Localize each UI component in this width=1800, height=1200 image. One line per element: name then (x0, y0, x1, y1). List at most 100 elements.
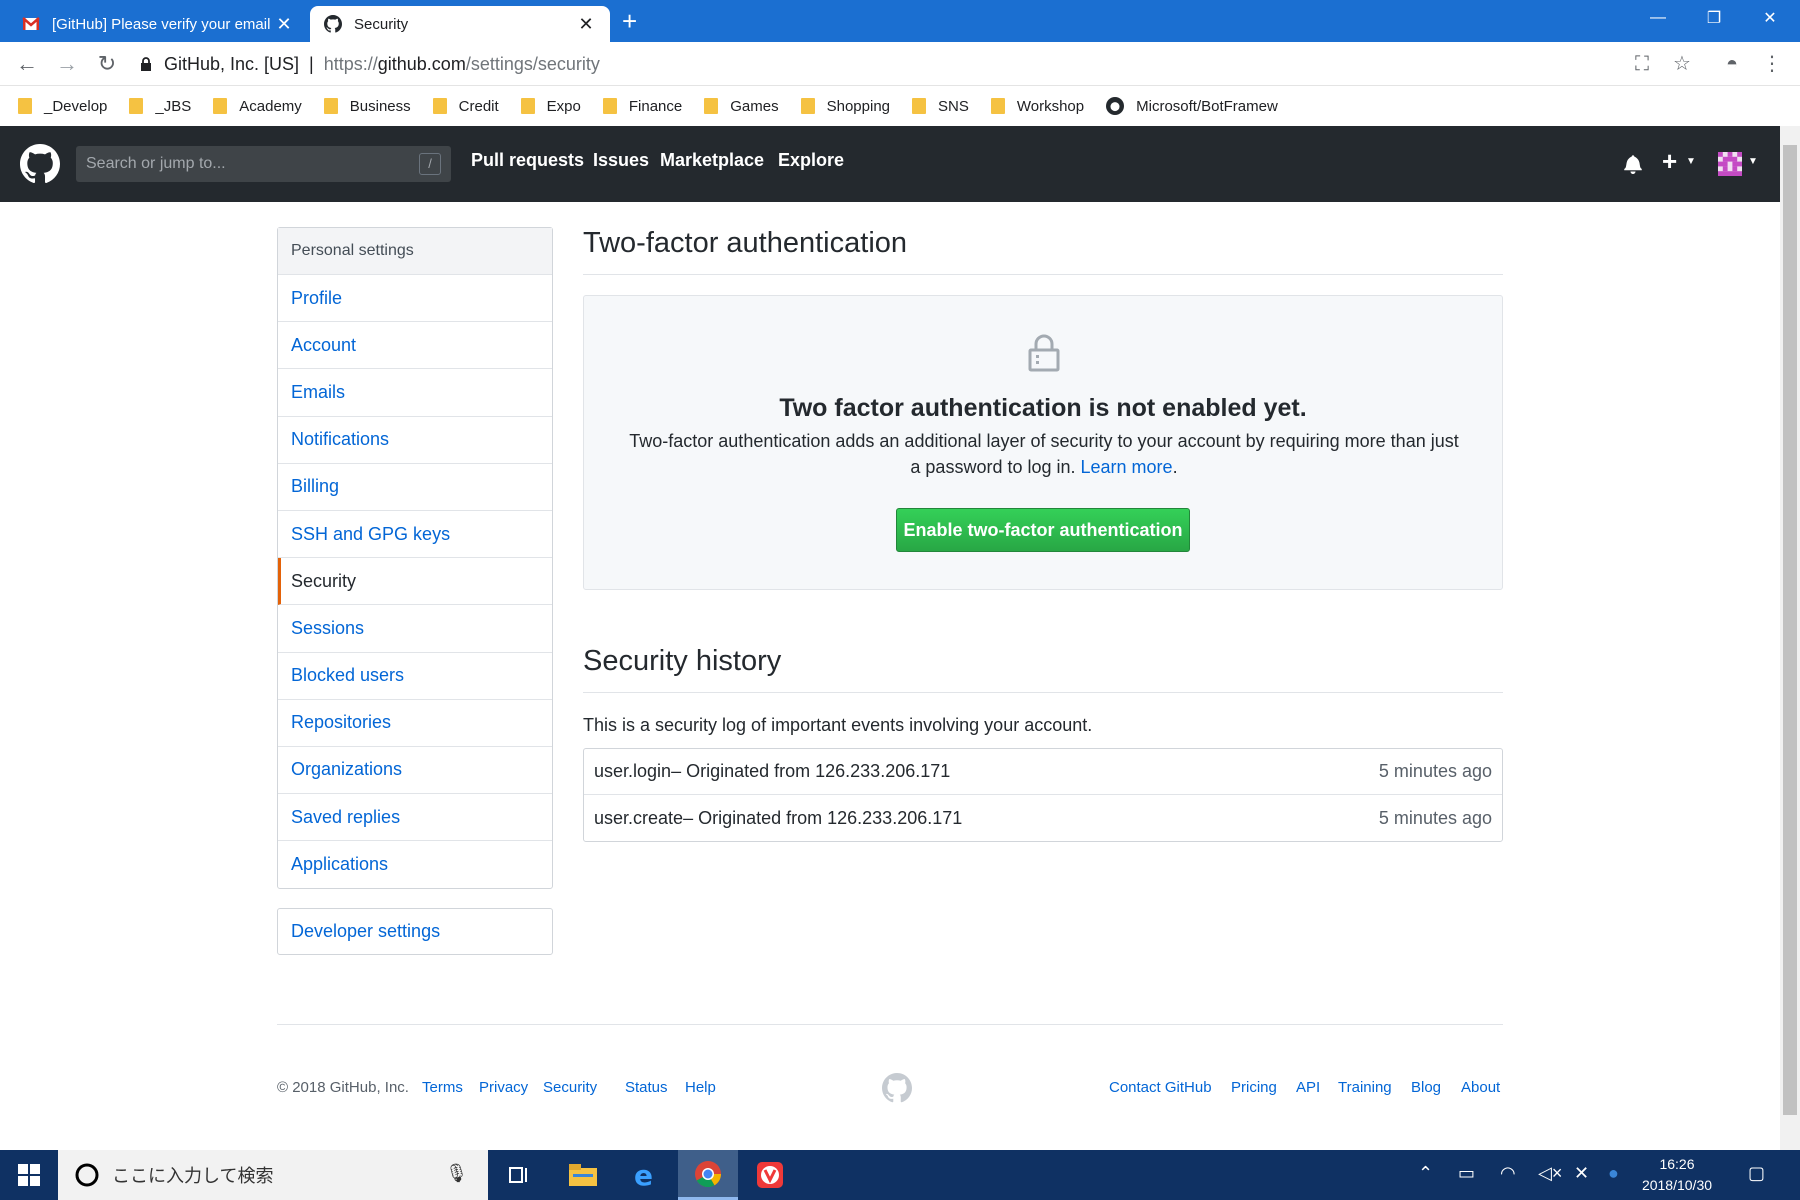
bookmark-item[interactable]: SNS (912, 98, 969, 115)
sidebar-item-account[interactable]: Account (278, 322, 552, 370)
tab-gmail[interactable]: [GitHub] Please verify your email ✕ (8, 6, 308, 42)
microphone-icon[interactable]: 🎙 (445, 1163, 468, 1184)
bookmark-item[interactable]: Microsoft/BotFramew (1106, 97, 1278, 115)
task-view-icon[interactable] (490, 1150, 550, 1200)
tab-security[interactable]: Security ✕ (310, 6, 610, 42)
search-input[interactable]: Search or jump to... / (76, 146, 451, 182)
footer-link-terms[interactable]: Terms (422, 1079, 463, 1096)
vivaldi-icon[interactable] (740, 1150, 800, 1200)
clock-time: 16:26 (1659, 1156, 1695, 1172)
sidebar-item-sessions[interactable]: Sessions (278, 605, 552, 653)
sidebar-item-notifications[interactable]: Notifications (278, 417, 552, 464)
bookmark-label: Shopping (826, 97, 891, 115)
bookmark-item[interactable]: Credit (432, 98, 499, 115)
footer-link-training[interactable]: Training (1338, 1079, 1392, 1096)
translate-icon[interactable]: ⛶ (1630, 52, 1654, 76)
footer-link-help[interactable]: Help (685, 1079, 716, 1096)
bookmark-item[interactable]: Workshop (990, 98, 1084, 115)
sidebar-item-profile[interactable]: Profile (278, 275, 552, 323)
sidebar-item-saved-replies[interactable]: Saved replies (278, 794, 552, 842)
nav-marketplace[interactable]: Marketplace (660, 150, 764, 171)
footer-link-status[interactable]: Status (625, 1079, 668, 1096)
bookmark-item[interactable]: Business (323, 98, 411, 115)
bookmark-item[interactable]: Finance (602, 98, 682, 115)
event-time: 5 minutes ago (1378, 807, 1492, 828)
folder-icon (704, 98, 719, 114)
github-logo-icon[interactable] (20, 144, 60, 184)
reload-icon[interactable]: ↻ (90, 48, 124, 80)
incognito-icon[interactable]: ◓ (1720, 52, 1744, 76)
notification-icon[interactable]: ▢ (1748, 1163, 1765, 1184)
bookmark-star-icon[interactable]: ☆ (1670, 52, 1694, 76)
bookmark-item[interactable]: _Develop (18, 98, 107, 115)
event-action[interactable]: user.login (594, 761, 671, 782)
close-icon[interactable]: ✕ (576, 14, 596, 35)
wifi-icon[interactable]: ◠ (1500, 1163, 1516, 1184)
new-tab-button[interactable]: + (622, 8, 637, 34)
footer-link-security[interactable]: Security (543, 1079, 597, 1096)
battery-icon[interactable]: ▭ (1458, 1163, 1475, 1184)
scrollbar-thumb[interactable] (1783, 145, 1797, 1115)
minimize-icon[interactable]: — (1630, 0, 1686, 36)
create-new-plus-icon[interactable]: + (1662, 146, 1677, 177)
learn-more-link[interactable]: Learn more (1081, 457, 1173, 477)
sidebar-item-blocked-users[interactable]: Blocked users (278, 653, 552, 700)
chevron-down-icon[interactable]: ▼ (1686, 156, 1696, 167)
url-text[interactable]: https://github.com/settings/security (324, 54, 600, 75)
file-explorer-icon[interactable] (553, 1150, 613, 1200)
bell-icon[interactable] (1624, 154, 1642, 174)
sidebar-item-billing[interactable]: Billing (278, 464, 552, 511)
sidebar-item-repositories[interactable]: Repositories (278, 700, 552, 747)
bookmark-item[interactable]: Expo (520, 98, 581, 115)
onedrive-icon[interactable]: ● (1608, 1163, 1619, 1184)
gmail-icon (22, 17, 40, 30)
back-icon[interactable]: ← (10, 48, 44, 80)
tray-chevron-up-icon[interactable]: ⌃ (1418, 1163, 1433, 1184)
bookmark-item[interactable]: Shopping (800, 97, 891, 115)
avatar[interactable] (1718, 152, 1742, 176)
sidebar-item-applications[interactable]: Applications (278, 841, 552, 888)
forward-icon[interactable]: → (50, 48, 84, 80)
footer-link-about[interactable]: About (1461, 1079, 1500, 1096)
event-action[interactable]: user.create (594, 808, 683, 829)
close-icon[interactable]: ✕ (274, 14, 294, 35)
footer-link-blog[interactable]: Blog (1411, 1079, 1441, 1096)
sidebar-item-security[interactable]: Security (278, 558, 552, 606)
search-shortcut-key: / (419, 153, 441, 175)
volume-muted-icon[interactable]: ◁× (1538, 1163, 1562, 1184)
taskbar-clock[interactable]: 16:26 2018/10/30 (1632, 1154, 1722, 1196)
github-footer-logo-icon[interactable] (882, 1073, 912, 1103)
event-detail: – Originated from 126.233.206.171 (683, 807, 963, 828)
sidebar-item-emails[interactable]: Emails (278, 369, 552, 417)
folder-icon (18, 98, 32, 114)
folder-icon (213, 98, 228, 114)
bookmark-item[interactable]: Academy (213, 98, 302, 115)
clock-date: 2018/10/30 (1641, 1177, 1713, 1193)
footer-link-privacy[interactable]: Privacy (479, 1079, 528, 1096)
windows-start-icon[interactable] (0, 1150, 58, 1200)
address-bar[interactable]: GitHub, Inc. [US] | https://github.com/s… (140, 47, 1760, 81)
restore-icon[interactable]: ❐ (1686, 0, 1742, 36)
sidebar-item-organizations[interactable]: Organizations (278, 747, 552, 795)
chrome-icon[interactable] (678, 1150, 738, 1200)
sidebar-item-developer-settings[interactable]: Developer settings (277, 908, 553, 955)
enable-two-factor-button[interactable]: Enable two-factor authentication (896, 508, 1190, 552)
footer-link-api[interactable]: API (1296, 1079, 1320, 1096)
nav-issues[interactable]: Issues (593, 150, 649, 171)
window-close-icon[interactable]: ✕ (1742, 0, 1798, 36)
sidebar-item-ssh-and-gpg-keys[interactable]: SSH and GPG keys (278, 511, 552, 559)
nav-pull-requests[interactable]: Pull requests (471, 150, 584, 171)
edge-icon[interactable]: e (615, 1150, 675, 1200)
footer-link-pricing[interactable]: Pricing (1231, 1079, 1277, 1096)
bookmark-item[interactable]: _JBS (129, 98, 191, 115)
taskbar-search-input[interactable]: ここに入力して検索 🎙 (58, 1150, 488, 1200)
menu-icon[interactable]: ⋮ (1760, 52, 1784, 76)
bookmark-label: _JBS (155, 97, 192, 115)
nav-explore[interactable]: Explore (778, 150, 844, 171)
chevron-down-icon[interactable]: ▼ (1748, 156, 1758, 167)
footer-link-contact[interactable]: Contact GitHub (1109, 1079, 1212, 1096)
app-tray-x-icon[interactable]: ✕ (1574, 1163, 1589, 1184)
bookmark-item[interactable]: Games (704, 98, 779, 115)
security-history-title: Security history (583, 645, 1503, 693)
event-detail: – Originated from 126.233.206.171 (671, 761, 951, 781)
